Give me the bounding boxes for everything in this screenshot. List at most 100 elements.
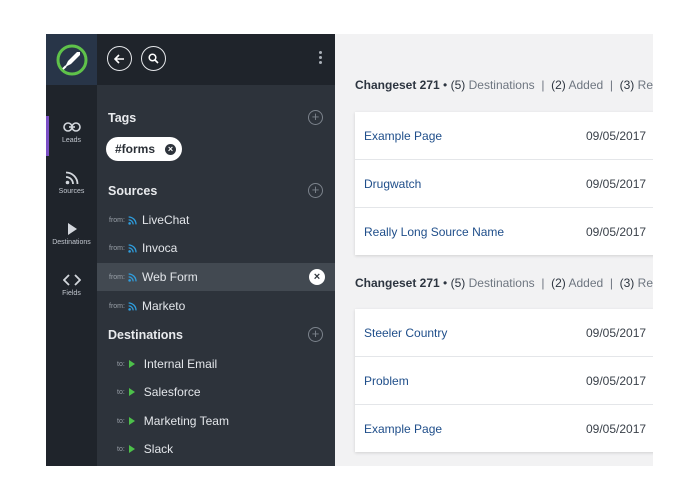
rss-icon — [65, 171, 78, 185]
source-name: Invoca — [141, 241, 178, 255]
source-name: Marketo — [141, 299, 186, 313]
app-window: Leads Sources Destinations Fields Tags +… — [46, 34, 653, 466]
separator: | — [609, 276, 613, 290]
rss-icon — [128, 301, 137, 311]
source-item[interactable]: from: Invoca — [97, 234, 335, 262]
added-count: (2) — [551, 78, 566, 92]
search-button[interactable] — [141, 46, 166, 71]
source-item[interactable]: from: Marketo — [97, 292, 335, 320]
play-icon — [128, 388, 135, 396]
table-row[interactable]: Problem 09/05/2017 — [355, 357, 653, 405]
remove-source-button[interactable]: × — [309, 269, 325, 285]
source-name: Web Form — [141, 270, 198, 284]
back-button[interactable] — [107, 46, 132, 71]
filter-panel: Tags + #forms × Sources + from: LiveChat… — [97, 34, 335, 466]
play-icon — [128, 417, 135, 425]
bullet: • — [443, 276, 448, 290]
panel-toolbar — [97, 34, 335, 85]
search-icon — [148, 53, 159, 64]
changeset-card: Steeler Country 09/05/2017 Problem 09/05… — [355, 309, 653, 452]
rail-item-destinations[interactable]: Destinations — [46, 216, 97, 262]
row-title[interactable]: Example Page — [364, 422, 442, 436]
separator: | — [541, 276, 545, 290]
play-icon — [128, 360, 135, 368]
destinations-label: Destinations — [468, 276, 535, 290]
removed-label: Removed — [637, 78, 653, 92]
rail-item-fields[interactable]: Fields — [46, 267, 97, 313]
rss-icon — [128, 243, 137, 253]
row-date: 09/05/2017 — [586, 374, 647, 388]
removed-label: Removed — [637, 276, 653, 290]
rail-item-leads[interactable]: Leads — [46, 114, 97, 160]
more-dot — [319, 56, 322, 59]
more-options-button[interactable] — [319, 51, 323, 66]
rail-item-sources[interactable]: Sources — [46, 165, 97, 211]
separator: | — [541, 78, 545, 92]
changeset-list: Changeset 271 • (5) Destinations | (2) A… — [335, 34, 653, 466]
arrow-left-icon — [114, 53, 124, 64]
table-row[interactable]: Example Page 09/05/2017 — [355, 112, 653, 160]
to-label: to: — [117, 417, 125, 425]
source-name: LiveChat — [141, 213, 190, 227]
separator: | — [609, 78, 613, 92]
tags-title: Tags — [108, 111, 137, 125]
rail-label-fields: Fields — [62, 290, 81, 297]
row-title[interactable]: Example Page — [364, 129, 442, 143]
icon-rail: Leads Sources Destinations Fields — [46, 34, 97, 466]
from-label: from: — [109, 302, 125, 310]
added-count: (2) — [551, 276, 566, 290]
removed-count: (3) — [619, 78, 635, 92]
table-row[interactable]: Drugwatch 09/05/2017 — [355, 160, 653, 208]
more-dot — [319, 51, 322, 54]
destination-name: Slack — [143, 442, 174, 456]
destination-item[interactable]: to: Internal Email — [97, 350, 335, 378]
table-row[interactable]: Really Long Source Name 09/05/2017 — [355, 208, 653, 255]
tag-chip-label: #forms — [115, 142, 156, 156]
play-icon — [128, 445, 135, 453]
more-dot — [319, 61, 322, 64]
rail-label-destinations: Destinations — [52, 239, 91, 246]
add-destination-button[interactable]: + — [308, 327, 323, 342]
row-title[interactable]: Really Long Source Name — [364, 225, 504, 239]
added-label: Added — [568, 276, 604, 290]
destination-name: Marketing Team — [143, 414, 229, 428]
changeset-header: Changeset 271 • (5) Destinations | (2) A… — [355, 276, 653, 290]
to-label: to: — [117, 445, 125, 453]
destination-item[interactable]: to: Slack — [97, 435, 335, 463]
rocket-icon — [56, 44, 87, 75]
remove-tag-icon[interactable]: × — [165, 143, 177, 155]
destination-item[interactable]: to: Marketing Team — [97, 407, 335, 435]
table-row[interactable]: Steeler Country 09/05/2017 — [355, 309, 653, 357]
rss-icon — [128, 272, 137, 282]
source-item[interactable]: from: LiveChat — [97, 206, 335, 234]
row-title[interactable]: Problem — [364, 374, 409, 388]
changeset-title: Changeset 271 — [355, 276, 440, 290]
destination-item[interactable]: to: Salesforce — [97, 378, 335, 406]
from-label: from: — [109, 244, 125, 252]
changeset-card: Example Page 09/05/2017 Drugwatch 09/05/… — [355, 112, 653, 255]
rocket-logo[interactable] — [46, 34, 97, 85]
add-tag-button[interactable]: + — [308, 110, 323, 125]
tag-chip[interactable]: #forms × — [106, 137, 183, 161]
add-source-button[interactable]: + — [308, 183, 323, 198]
to-label: to: — [117, 360, 125, 368]
row-date: 09/05/2017 — [586, 129, 647, 143]
rail-label-leads: Leads — [61, 137, 82, 144]
row-title[interactable]: Drugwatch — [364, 177, 421, 191]
row-date: 09/05/2017 — [586, 326, 647, 340]
source-item-selected[interactable]: from: Web Form × — [97, 263, 335, 291]
added-label: Added — [568, 78, 604, 92]
destinations-title: Destinations — [108, 328, 184, 342]
row-date: 09/05/2017 — [586, 422, 647, 436]
destination-name: Internal Email — [143, 357, 218, 371]
code-icon — [62, 274, 81, 286]
rss-icon — [128, 215, 137, 225]
link-icon — [62, 122, 81, 132]
row-title[interactable]: Steeler Country — [364, 326, 447, 340]
removed-count: (3) — [619, 276, 635, 290]
destinations-label: Destinations — [468, 78, 535, 92]
table-row[interactable]: Example Page 09/05/2017 — [355, 405, 653, 452]
rail-label-sources: Sources — [58, 188, 85, 195]
changeset-title: Changeset 271 — [355, 78, 440, 92]
bullet: • — [443, 78, 448, 92]
